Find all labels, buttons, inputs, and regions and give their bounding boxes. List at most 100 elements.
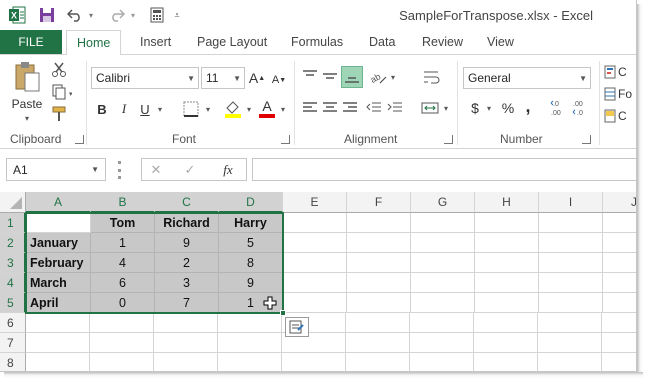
cell-b1[interactable]: Tom: [91, 213, 155, 233]
tab-review[interactable]: Review: [422, 30, 463, 54]
formula-input[interactable]: [252, 158, 636, 181]
enter-icon[interactable]: ✓: [182, 161, 198, 179]
percent-style-button[interactable]: %: [500, 98, 516, 118]
cell-d1[interactable]: Harry: [219, 213, 283, 233]
middle-align-icon[interactable]: [321, 67, 339, 85]
number-format-dropdown[interactable]: General ▼: [463, 67, 591, 89]
font-launcher-icon[interactable]: [281, 135, 290, 144]
column-header[interactable]: G: [411, 192, 475, 213]
tab-insert[interactable]: Insert: [140, 30, 171, 54]
comma-style-button[interactable]: ,: [522, 96, 534, 116]
clipboard-launcher-icon[interactable]: [75, 135, 84, 144]
font-size-dropdown[interactable]: 11 ▼: [201, 67, 245, 89]
underline-dropdown-icon[interactable]: ▾: [155, 101, 165, 117]
column-header[interactable]: C: [155, 192, 219, 213]
tab-home[interactable]: Home: [66, 30, 122, 55]
font-color-dropdown-icon[interactable]: ▾: [278, 101, 288, 117]
cell-styles-button[interactable]: C: [604, 107, 636, 125]
shrink-font-button[interactable]: A ▼: [271, 70, 287, 90]
cell-a5[interactable]: April: [26, 293, 91, 313]
cell-b2[interactable]: 1: [91, 233, 155, 253]
paste-icon[interactable]: [12, 61, 42, 93]
cell-c2[interactable]: 9: [155, 233, 219, 253]
name-box[interactable]: A1 ▼: [6, 158, 106, 181]
worksheet-grid[interactable]: A B C D E F G H I J 1 2 3 4 5 6 7 8 Tom …: [0, 192, 636, 371]
align-right-icon[interactable]: [341, 99, 359, 117]
column-header[interactable]: B: [91, 192, 155, 213]
tab-file[interactable]: FILE: [0, 30, 62, 54]
grow-font-button[interactable]: A ▲: [249, 68, 265, 88]
bottom-align-icon[interactable]: [341, 66, 363, 88]
cell-a3[interactable]: February: [26, 253, 91, 273]
row-header[interactable]: 6: [0, 313, 26, 333]
number-launcher-icon[interactable]: [582, 135, 591, 144]
column-header[interactable]: J: [603, 192, 636, 213]
insert-function-icon[interactable]: fx: [218, 161, 238, 179]
alignment-launcher-icon[interactable]: [444, 135, 453, 144]
row-header[interactable]: 1: [0, 213, 26, 233]
increase-decimal-icon[interactable]: .0.00: [550, 98, 570, 118]
merge-dropdown-icon[interactable]: ▾: [441, 101, 451, 115]
paste-label[interactable]: Paste: [10, 96, 44, 112]
row-header[interactable]: 5: [0, 293, 26, 313]
font-color-button[interactable]: A: [257, 97, 277, 119]
italic-button[interactable]: I: [116, 99, 132, 119]
merge-center-icon[interactable]: [420, 99, 440, 117]
cell-c5[interactable]: 7: [155, 293, 219, 313]
empty-cells[interactable]: [283, 213, 636, 313]
orientation-dropdown-icon[interactable]: ▾: [388, 70, 398, 84]
bold-button[interactable]: B: [94, 99, 110, 119]
cell-d2[interactable]: 5: [219, 233, 283, 253]
row-header[interactable]: 7: [0, 333, 26, 353]
select-all-corner[interactable]: [0, 192, 26, 213]
conditional-formatting-button[interactable]: C: [604, 63, 636, 81]
copy-icon[interactable]: ▾: [50, 83, 74, 101]
cut-icon[interactable]: [50, 61, 68, 79]
tab-data[interactable]: Data: [369, 30, 395, 54]
cancel-icon[interactable]: ✕: [148, 161, 164, 179]
font-name-dropdown[interactable]: Calibri ▼: [91, 67, 199, 89]
formula-bar-grip[interactable]: [118, 161, 122, 179]
cell-a2[interactable]: January: [26, 233, 91, 253]
column-header[interactable]: A: [26, 192, 91, 213]
orientation-icon[interactable]: ab: [369, 67, 389, 87]
tab-view[interactable]: View: [487, 30, 514, 54]
cell-b3[interactable]: 4: [91, 253, 155, 273]
align-center-icon[interactable]: [321, 99, 339, 117]
increase-indent-icon[interactable]: [386, 99, 404, 117]
decrease-decimal-icon[interactable]: .00.0: [572, 98, 592, 118]
row-header[interactable]: 8: [0, 353, 26, 371]
cell-c4[interactable]: 3: [155, 273, 219, 293]
accounting-format-button[interactable]: $: [468, 98, 482, 118]
row-header[interactable]: 4: [0, 273, 26, 293]
decrease-indent-icon[interactable]: [365, 99, 383, 117]
row-header[interactable]: 3: [0, 253, 26, 273]
cell-a4[interactable]: March: [26, 273, 91, 293]
paste-dropdown-icon[interactable]: ▾: [22, 113, 32, 123]
cell-c1[interactable]: Richard: [155, 213, 219, 233]
fill-color-dropdown-icon[interactable]: ▾: [244, 101, 254, 117]
quick-analysis-icon[interactable]: [285, 317, 309, 337]
top-align-icon[interactable]: [301, 67, 319, 85]
column-header[interactable]: I: [539, 192, 603, 213]
cell-b5[interactable]: 0: [91, 293, 155, 313]
column-header[interactable]: H: [475, 192, 539, 213]
fill-handle[interactable]: [280, 310, 286, 316]
format-painter-icon[interactable]: [50, 105, 68, 123]
borders-icon[interactable]: [180, 99, 202, 119]
align-left-icon[interactable]: [301, 99, 319, 117]
column-header[interactable]: F: [347, 192, 411, 213]
accounting-dropdown-icon[interactable]: ▾: [484, 101, 494, 115]
wrap-text-icon[interactable]: [422, 67, 442, 87]
tab-formulas[interactable]: Formulas: [291, 30, 343, 54]
format-as-table-button[interactable]: Fo: [604, 85, 636, 103]
underline-button[interactable]: U: [137, 99, 153, 119]
cell-b4[interactable]: 6: [91, 273, 155, 293]
row-header[interactable]: 2: [0, 233, 26, 253]
tab-page-layout[interactable]: Page Layout: [197, 30, 267, 54]
column-header[interactable]: D: [219, 192, 283, 213]
borders-dropdown-icon[interactable]: ▾: [203, 101, 213, 117]
cell-a1[interactable]: [26, 213, 91, 233]
column-header[interactable]: E: [283, 192, 347, 213]
cell-c3[interactable]: 2: [155, 253, 219, 273]
